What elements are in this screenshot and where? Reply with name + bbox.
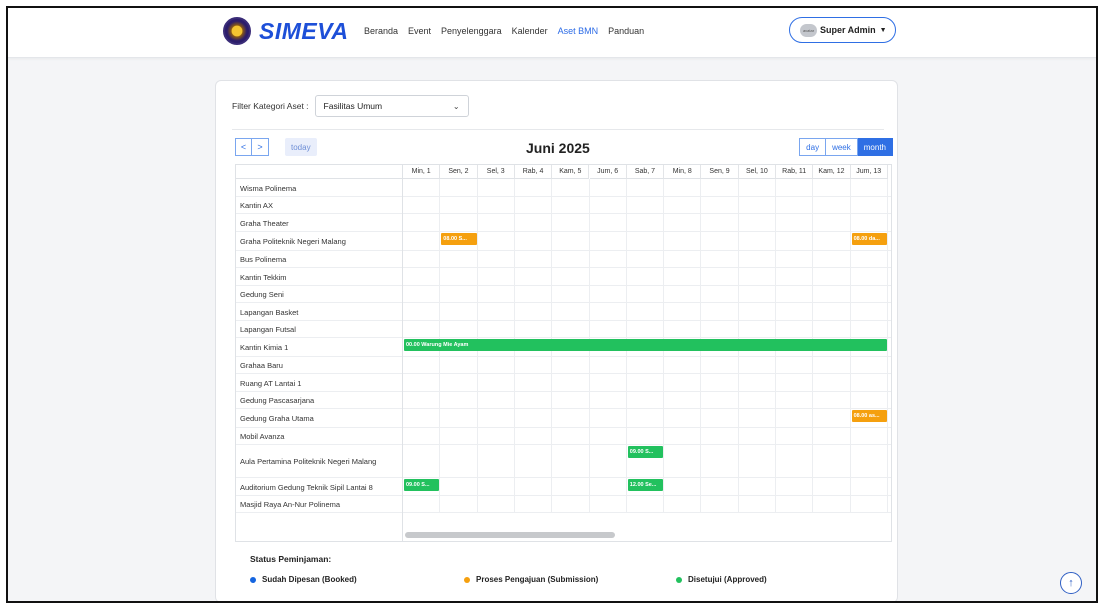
asset-category-select[interactable]: Fasilitas Umum ⌄ [314, 95, 469, 117]
today-button[interactable]: today [285, 138, 317, 156]
legend-label: Disetujui (Approved) [688, 575, 767, 584]
resource-label: Auditorium Gedung Teknik Sipil Lantai 8 [240, 482, 373, 492]
app-frame: SIMEVA Beranda Event Penyelenggara Kalen… [6, 6, 1098, 603]
resource-label: Kantin Kimia 1 [240, 343, 289, 352]
timeline-grid: Min, 1 Sen, 2 Sel, 3 Rab, 4 Kam, 5 Jum, 6 Sab,… [403, 165, 891, 541]
resource-label: Wisma Polinema [240, 183, 297, 193]
resource-label: Kantin Tekkim [240, 272, 287, 282]
day-header: Kam, 12 [813, 165, 851, 179]
user-menu-button[interactable]: avatar Super Admin ▼ [789, 17, 896, 43]
legend-dot [676, 576, 682, 583]
navbar: SIMEVA Beranda Event Penyelenggara Kalen… [8, 8, 1096, 58]
calendar-title: Juni 2025 [526, 140, 590, 156]
day-header: Sel, 10 [738, 165, 776, 179]
nav-item-kalender[interactable]: Kalender [512, 26, 548, 36]
resource-timeline: Wisma Polinema Kantin AX Graha Theater Grah… [235, 164, 892, 542]
event-approved[interactable]: 09.00 S... [627, 446, 664, 458]
polinema-logo-icon [223, 17, 251, 45]
legend-label: Proses Pengajuan (Submission) [476, 575, 599, 584]
resource-label: Aula Pertamina Politeknik Negeri Malang [240, 457, 377, 466]
row-divider [236, 512, 402, 513]
resource-label: Ruang AT Lantai 1 [240, 378, 302, 388]
resource-label: Gedung Pascasarjana [240, 396, 315, 405]
column-divider [886, 179, 888, 513]
legend-item-approved: Disetujui (Approved) [676, 575, 767, 584]
view-month-button[interactable]: month [857, 138, 893, 156]
divider [232, 129, 884, 130]
prev-button[interactable]: < [235, 138, 252, 156]
event-approved[interactable]: 12.00 Se... [627, 479, 664, 491]
resource-label: Kantin AX [240, 201, 273, 210]
resource-label: Grahaa Baru [240, 361, 283, 370]
resource-column: Wisma Polinema Kantin AX Graha Theater Grah… [236, 165, 403, 541]
resource-column-header [236, 165, 402, 179]
asset-calendar-card: Filter Kategori Aset : Fasilitas Umum ⌄ … [215, 80, 898, 601]
event-submission[interactable]: 08.00 as... [851, 410, 887, 422]
day-header: Sel, 3 [477, 165, 515, 179]
day-header: Min, 8 [664, 165, 702, 179]
calendar-toolbar: < > today Juni 2025 day week month [235, 138, 893, 162]
day-header: Rab, 11 [776, 165, 814, 179]
chevron-down-icon: ⌄ [452, 101, 460, 111]
brand-logo[interactable]: SIMEVA [223, 17, 348, 45]
asset-category-value: Fasilitas Umum [323, 101, 383, 111]
arrow-up-icon: ↑ [1068, 577, 1074, 589]
avatar: avatar [800, 23, 817, 37]
nav-item-penyelenggara[interactable]: Penyelenggara [441, 26, 502, 36]
resource-label: Gedung Graha Utama [240, 414, 314, 423]
legend-title: Status Peminjaman: [250, 554, 332, 564]
legend-dot [464, 576, 470, 583]
resource-label: Masjid Raya An-Nur Polinema [240, 500, 341, 509]
view-switcher: day week month [799, 138, 893, 156]
resource-label: Lapangan Futsal [240, 325, 296, 334]
event-submission[interactable]: 08.00 da... [851, 233, 887, 245]
resource-label: Graha Theater [240, 218, 289, 228]
day-header: Kam, 5 [552, 165, 590, 179]
calendar-nav-buttons: < > [235, 138, 269, 156]
resource-label: Lapangan Basket [240, 307, 299, 317]
view-week-button[interactable]: week [826, 138, 858, 156]
scroll-to-top-button[interactable]: ↑ [1060, 572, 1082, 594]
nav-item-beranda[interactable]: Beranda [364, 26, 398, 36]
chevron-down-icon: ▼ [879, 26, 887, 34]
user-name: Super Admin [820, 25, 876, 35]
filter-label: Filter Kategori Aset : [232, 101, 309, 111]
day-header: Min, 1 [403, 165, 441, 179]
filter-row: Filter Kategori Aset : Fasilitas Umum ⌄ [232, 95, 469, 117]
legend-item-submission: Proses Pengajuan (Submission) [464, 575, 598, 584]
resource-label: Gedung Seni [240, 290, 284, 299]
nav-item-event[interactable]: Event [408, 26, 431, 36]
main-menu: Beranda Event Penyelenggara Kalender Ase… [364, 26, 654, 36]
day-header: Jum, 6 [589, 165, 627, 179]
brand-name: SIMEVA [259, 17, 349, 44]
resource-label: Graha Politeknik Negeri Malang [240, 237, 346, 246]
next-button[interactable]: > [252, 138, 269, 156]
nav-item-aset-bmn[interactable]: Aset BMN [558, 26, 599, 36]
event-approved[interactable]: 00.00 Warung Mie Ayam [404, 339, 887, 351]
legend-label: Sudah Dipesan (Booked) [262, 575, 357, 584]
legend-dot [250, 576, 256, 583]
resource-label: Mobil Avanza [240, 432, 285, 441]
horizontal-scrollbar[interactable] [405, 532, 615, 538]
legend-item-booked: Sudah Dipesan (Booked) [250, 575, 357, 584]
day-header: Jum, 13 [850, 165, 888, 179]
resource-label: Bus Polinema [240, 255, 287, 264]
day-header: Sen, 2 [440, 165, 478, 179]
nav-item-panduan[interactable]: Panduan [608, 26, 644, 36]
view-day-button[interactable]: day [799, 138, 827, 156]
day-header: Rab, 4 [514, 165, 553, 179]
day-header: Sab, 7 [626, 165, 665, 179]
event-approved[interactable]: 09.00 S... [404, 479, 440, 491]
event-submission[interactable]: 08.00 S... [441, 233, 477, 245]
day-header: Sen, 9 [701, 165, 739, 179]
